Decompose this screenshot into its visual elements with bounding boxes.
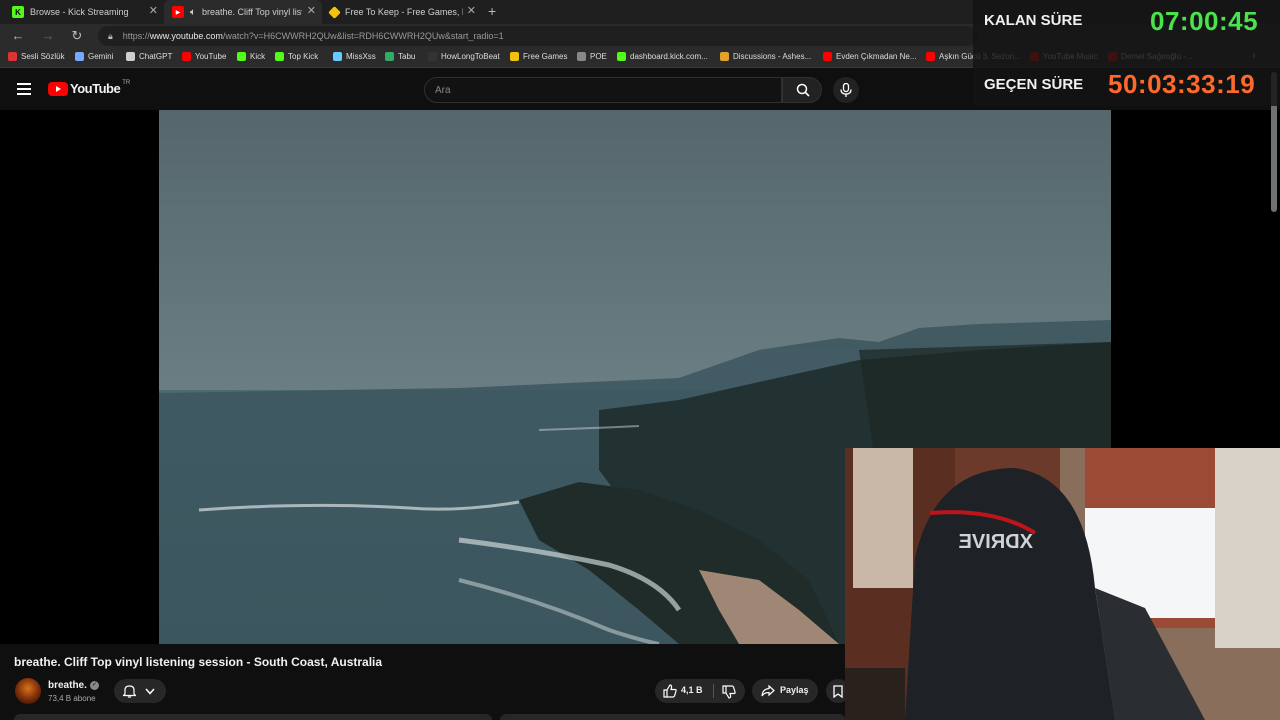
tab-title: Browse - Kick Streaming (30, 7, 129, 17)
next-section-edge (500, 714, 845, 720)
chevron-down-icon (145, 688, 155, 695)
thumbs-up-icon[interactable] (663, 684, 677, 698)
tab-kick-browse[interactable]: K Browse - Kick Streaming ✕ (4, 0, 164, 24)
webcam-scene: XDRIVE (845, 448, 1280, 720)
url-prefix: https:// (122, 31, 150, 41)
remaining-time-label: KALAN SÜRE (984, 12, 1083, 29)
bookmark-label: Gemini (88, 52, 114, 61)
logo-text: YouTube (70, 81, 121, 96)
bookmark-favicon-icon (75, 52, 84, 61)
bookmark-item[interactable]: Kick (237, 52, 265, 61)
menu-icon[interactable] (17, 83, 31, 95)
bookmark-favicon-icon (720, 52, 729, 61)
channel-name[interactable]: breathe. (48, 680, 87, 691)
microphone-icon (840, 83, 852, 97)
bookmark-favicon-icon (237, 52, 246, 61)
bookmark-favicon-icon (8, 52, 17, 61)
url-host: www.youtube.com (149, 31, 223, 41)
bookmark-item[interactable]: POE (577, 52, 607, 61)
elapsed-time-label: GEÇEN SÜRE (984, 76, 1084, 93)
bookmark-favicon-icon (333, 52, 342, 61)
channel-avatar[interactable] (15, 678, 41, 704)
video-title: breathe. Cliff Top vinyl listening sessi… (14, 655, 383, 669)
webcam-overlay: XDRIVE (845, 448, 1280, 720)
tab-free-to-keep[interactable]: Free To Keep - Free Games, Every ✕ (322, 0, 482, 24)
bookmark-label: HowLongToBeat (441, 52, 500, 61)
bookmark-item[interactable]: YouTube (182, 52, 226, 61)
bookmark-favicon-icon (926, 52, 935, 61)
bookmark-item[interactable]: Discussions - Ashes... (720, 52, 811, 61)
thumbs-down-icon[interactable] (722, 685, 736, 699)
back-arrow-icon[interactable]: ← (10, 28, 26, 44)
bookmark-item[interactable]: Sesli Sözlük (8, 52, 65, 61)
bookmark-favicon-icon (275, 52, 284, 61)
verified-icon: ✓ (90, 681, 99, 690)
bookmark-item[interactable]: HowLongToBeat (428, 52, 500, 61)
bookmark-label: Evden Çıkmadan Ne... (836, 52, 917, 61)
bookmark-label: YouTube (195, 52, 227, 61)
country-code: TR (122, 79, 131, 86)
bookmark-favicon-icon (510, 52, 519, 61)
bookmark-label: POE (590, 52, 607, 61)
close-icon[interactable]: ✕ (307, 4, 316, 17)
bookmark-item[interactable]: Evden Çıkmadan Ne... (823, 52, 916, 61)
remaining-time-value: 07:00:45 (1150, 6, 1259, 36)
youtube-logo[interactable]: YouTube TR (48, 79, 131, 96)
bookmark-favicon-icon (126, 52, 135, 61)
chair-logo: XDRIVE (959, 531, 1033, 553)
share-label[interactable]: Paylaş (780, 685, 809, 695)
like-count: 4,1 B (681, 685, 703, 695)
tag-icon (328, 5, 341, 19)
bookmark-favicon-icon (617, 52, 626, 61)
bookmark-label: Sesli Sözlük (21, 52, 65, 61)
bookmark-favicon-icon (823, 52, 832, 61)
bookmark-icon (833, 685, 843, 698)
notification-bell-button[interactable] (114, 679, 166, 703)
forward-arrow-icon[interactable]: → (40, 28, 56, 44)
kick-icon: K (12, 6, 24, 18)
close-icon[interactable]: ✕ (149, 4, 158, 17)
bookmark-label: dashboard.kick.com... (630, 52, 708, 61)
reload-icon[interactable]: ↻ (69, 28, 85, 44)
search-input[interactable]: Ara (424, 77, 782, 103)
bookmark-label: Discussions - Ashes... (733, 52, 812, 61)
bookmark-label: Kick (250, 52, 266, 61)
address-bar[interactable]: 🔒︎ https://www.youtube.com/watch?v=H6CWW… (98, 26, 978, 46)
tab-title: breathe. Cliff Top vinyl listen (202, 7, 302, 17)
bookmark-favicon-icon (577, 52, 586, 61)
bookmark-favicon-icon (385, 52, 394, 61)
bookmark-item[interactable]: Tabu (385, 52, 415, 61)
tab-title: Free To Keep - Free Games, Every (345, 7, 463, 17)
lock-icon[interactable]: 🔒︎ (108, 31, 113, 42)
subscriber-count: 73,4 B abone (48, 694, 96, 703)
url-path: /watch?v=H6CWWRH2QUw&list=RDH6CWWRH2QUw&… (222, 31, 504, 41)
search-button[interactable] (782, 77, 822, 103)
youtube-icon: ▶ (172, 6, 184, 18)
bookmark-label: MissXss (346, 52, 376, 61)
speaker-icon[interactable]: 🔈︎ (190, 7, 196, 18)
bookmark-item[interactable]: MissXss (333, 52, 376, 61)
bookmark-item[interactable]: ChatGPT (126, 52, 172, 61)
bookmark-label: Tabu (398, 52, 416, 61)
share-icon (761, 685, 775, 697)
bell-icon (123, 685, 136, 698)
bookmark-favicon-icon (182, 52, 191, 61)
elapsed-time-value: 50:03:33:19 (1108, 69, 1256, 99)
bookmark-favicon-icon (428, 52, 437, 61)
bookmark-item[interactable]: Top Kick (275, 52, 318, 61)
bookmark-label: Top Kick (288, 52, 319, 61)
bookmark-label: Free Games (523, 52, 568, 61)
tab-youtube-breathe[interactable]: ▶ 🔈︎ breathe. Cliff Top vinyl listen ✕ (164, 0, 322, 24)
bookmark-item[interactable]: Gemini (75, 52, 113, 61)
search-icon (796, 83, 810, 97)
new-tab-button[interactable]: + (488, 3, 496, 19)
voice-search-button[interactable] (833, 77, 859, 103)
close-icon[interactable]: ✕ (467, 4, 476, 17)
bookmark-item[interactable]: dashboard.kick.com... (617, 52, 708, 61)
description-box-edge (14, 714, 492, 720)
bookmark-item[interactable]: Free Games (510, 52, 567, 61)
youtube-play-icon (48, 81, 68, 96)
bookmark-label: ChatGPT (139, 52, 173, 61)
